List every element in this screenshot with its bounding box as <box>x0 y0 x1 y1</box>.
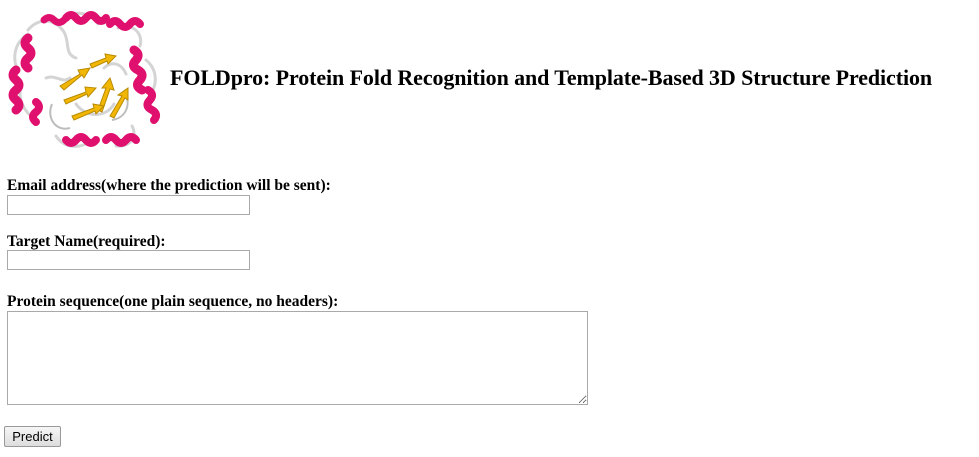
target-name-label: Target Name(required): <box>7 233 166 250</box>
target-name-field[interactable] <box>7 250 250 270</box>
page-header: FOLDpro: Protein Fold Recognition and Te… <box>0 0 979 158</box>
protein-sequence-label: Protein sequence(one plain sequence, no … <box>7 293 339 310</box>
email-label: Email address(where the prediction will … <box>7 177 331 194</box>
predict-button[interactable]: Predict <box>4 426 61 447</box>
email-field[interactable] <box>7 195 250 215</box>
protein-structure-icon <box>8 11 161 148</box>
protein-sequence-textarea[interactable] <box>7 311 588 405</box>
page-title: FOLDpro: Protein Fold Recognition and Te… <box>170 65 932 90</box>
